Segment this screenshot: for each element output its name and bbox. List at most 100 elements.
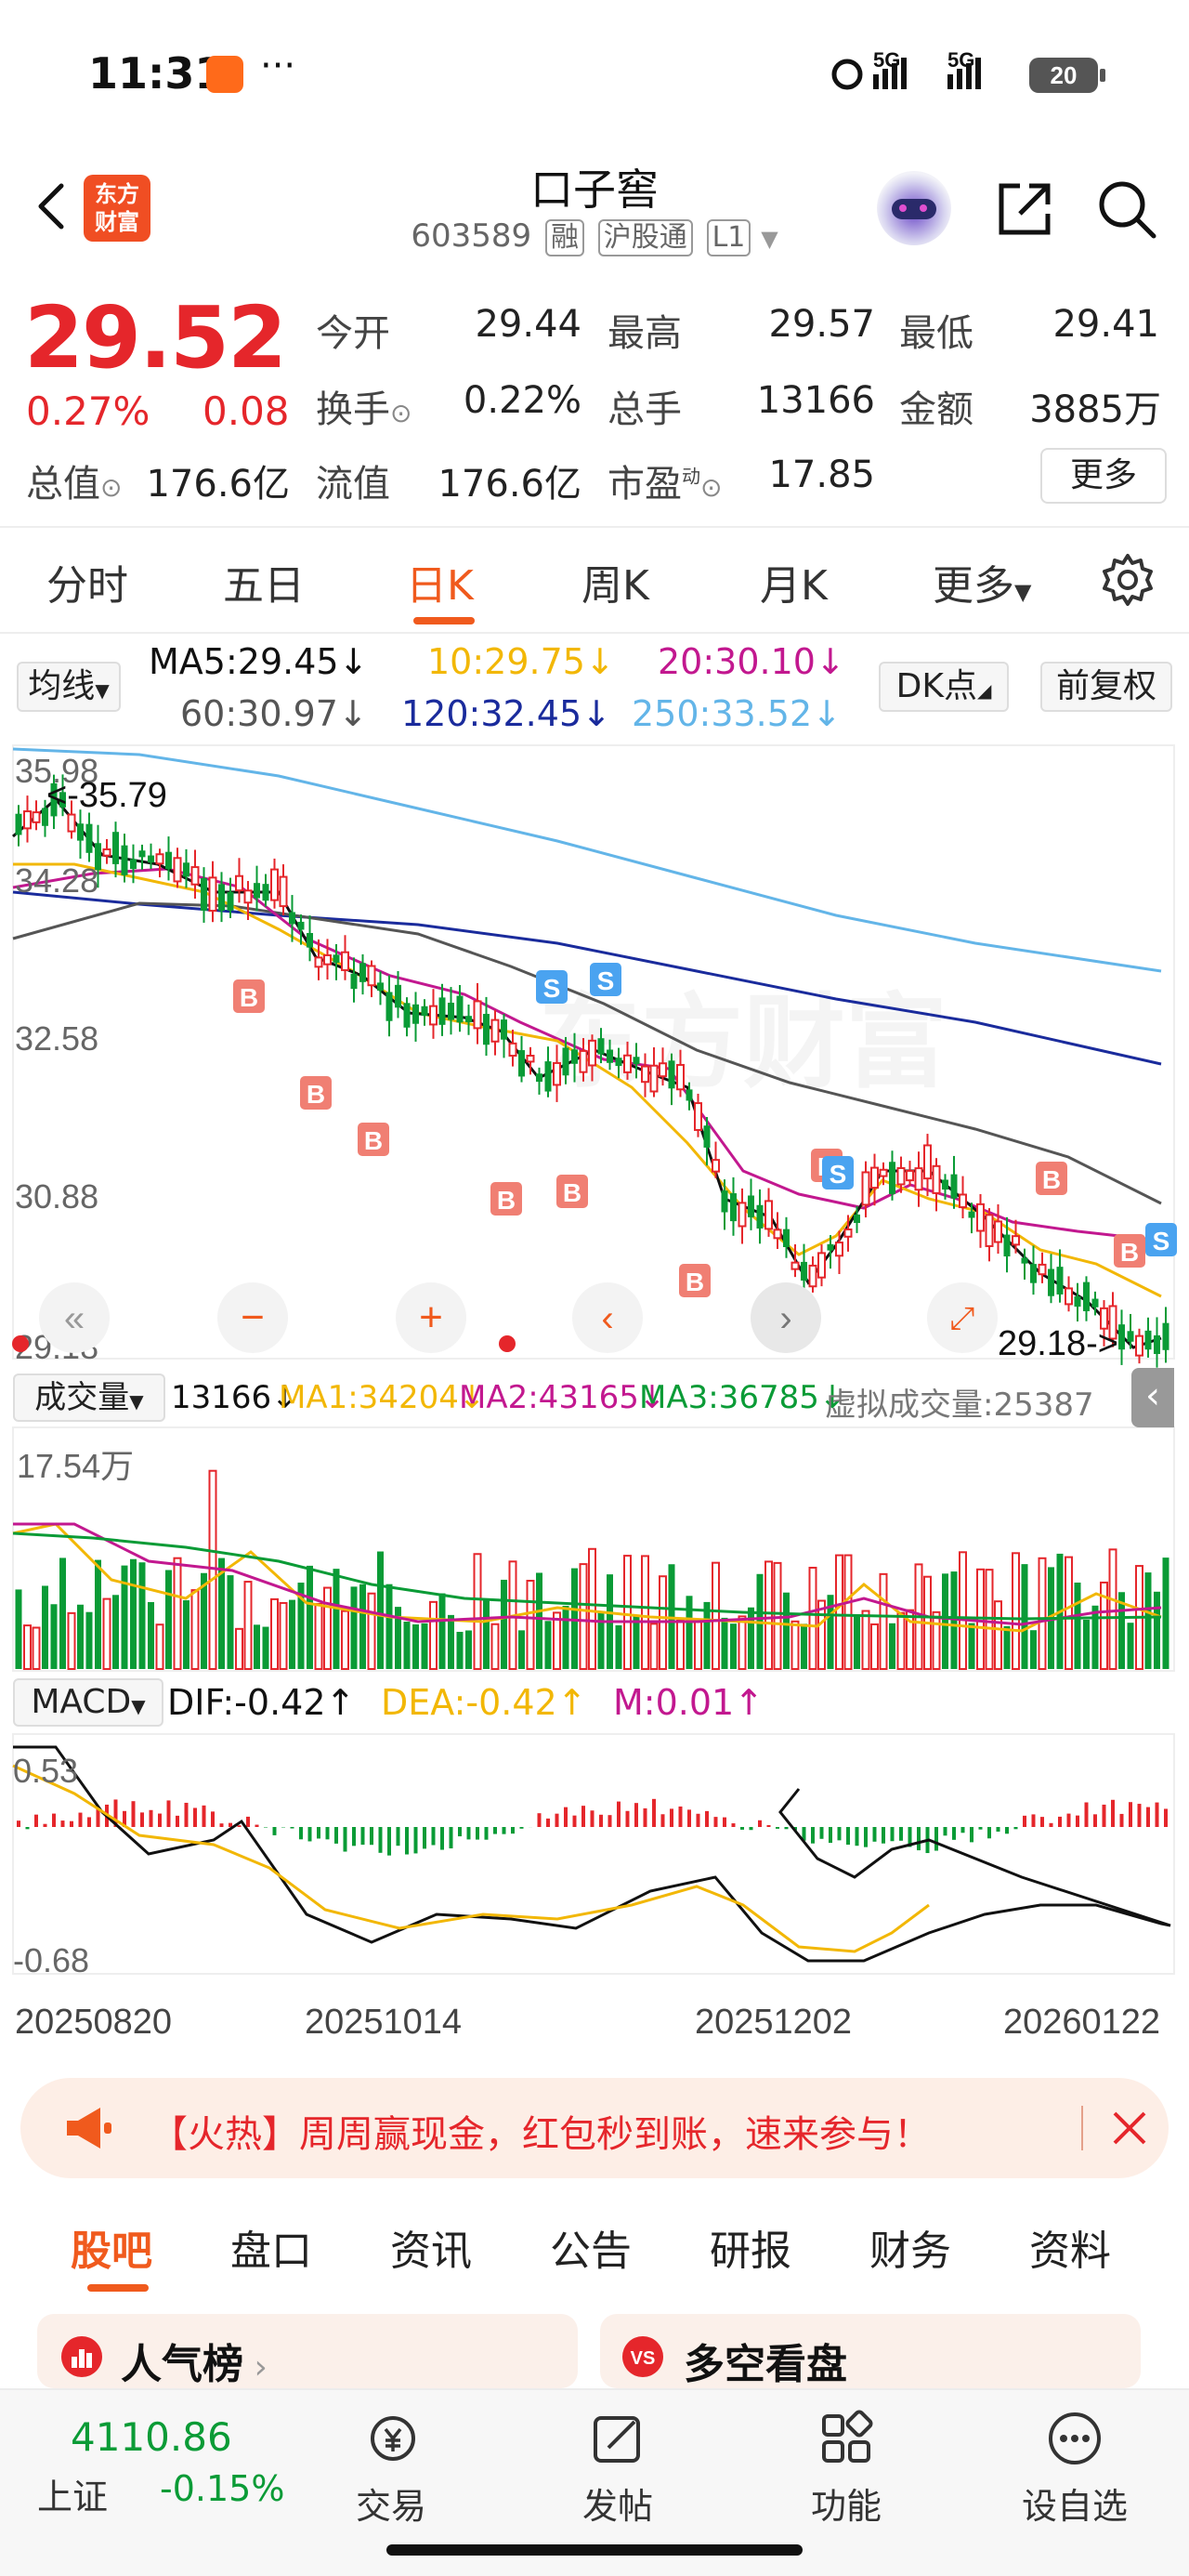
volume-bar — [879, 1572, 888, 1670]
candle-body — [359, 963, 366, 982]
vs-icon: VS — [622, 2336, 663, 2377]
search-icon[interactable] — [1094, 177, 1159, 242]
volume-selector[interactable]: 成交量▼ — [13, 1373, 165, 1422]
margin-tag: 融 — [544, 219, 584, 256]
macd-bar — [17, 1820, 20, 1827]
settings-gear-icon[interactable] — [1100, 552, 1156, 608]
nav-functions[interactable]: 功能 — [786, 2409, 907, 2529]
nav-post[interactable]: 发帖 — [557, 2409, 678, 2529]
macd-bar — [970, 1827, 973, 1843]
tab-intraday[interactable]: 分时 — [46, 552, 128, 611]
volume-bar — [1038, 1557, 1047, 1670]
tab-orderbook[interactable]: 盘口 — [230, 2217, 312, 2277]
mktcap-label: 总值⊙ — [26, 463, 123, 506]
tab-monthly-k[interactable]: 月K — [760, 552, 828, 611]
popularity-card[interactable] — [37, 2314, 578, 2388]
minus-icon[interactable]: − — [241, 1295, 265, 1340]
sh-index-name[interactable]: 上证 — [37, 2468, 108, 2519]
tab-more[interactable]: 更多▼ — [933, 552, 1031, 611]
macd-bar — [413, 1827, 418, 1854]
expand-icon[interactable]: ⤢ — [949, 1301, 974, 1336]
close-icon[interactable] — [1105, 2104, 1154, 2152]
candle-body — [703, 1125, 711, 1148]
tab-research[interactable]: 研报 — [710, 2217, 791, 2277]
chevron-right-icon[interactable]: › — [779, 1298, 791, 1339]
volume-bar — [790, 1620, 800, 1670]
promo-banner[interactable]: 【火热】周周赢现金，红包秒到账，速来参与！ — [20, 2078, 1169, 2178]
volume-bar — [243, 1581, 253, 1671]
macd-bar — [599, 1814, 603, 1827]
candle-body — [1091, 1298, 1099, 1308]
collapse-chevron-icon[interactable]: ‹ — [1131, 1368, 1174, 1427]
candle-body — [976, 1203, 985, 1232]
candle-body — [571, 1049, 578, 1064]
sh-index-change[interactable]: -0.15% — [160, 2468, 284, 2509]
candle-body — [817, 1252, 826, 1279]
macd-bar — [1005, 1827, 1009, 1834]
volume-bar — [579, 1563, 588, 1671]
candle-body — [641, 1065, 649, 1084]
macd-selector[interactable]: MACD▼ — [13, 1678, 163, 1727]
volume-bar — [307, 1565, 313, 1669]
macd-bar — [740, 1827, 744, 1830]
ai-assistant-avatar[interactable] — [877, 171, 951, 245]
kline-chart[interactable]: 东方财富 BBBBSSBBBSBBS 35.98 34.28 32.58 30.… — [0, 641, 1189, 2063]
volume-bar — [501, 1579, 507, 1669]
candle-body — [668, 1060, 675, 1089]
dif-line — [13, 1745, 1171, 1963]
event-dot — [499, 1335, 516, 1352]
macd-bar — [519, 1827, 524, 1829]
macd-dea: DEA:-0.42↑ — [381, 1682, 587, 1723]
tab-daily-k[interactable]: 日K — [406, 552, 474, 611]
candle-body — [633, 1057, 640, 1065]
candle-body — [262, 884, 269, 901]
active-tab-indicator — [413, 617, 475, 624]
macd-bar — [511, 1827, 515, 1834]
candle-body — [588, 1039, 596, 1067]
macd-bar — [87, 1817, 91, 1827]
info-icon[interactable]: ⊙ — [700, 472, 722, 503]
status-bar: 11:31 ··· 5G 5G 20 — [0, 0, 1189, 149]
macd-bar — [396, 1827, 400, 1847]
candle-body — [385, 992, 393, 1021]
macd-bar — [987, 1827, 991, 1839]
nav-trade[interactable]: 交易 — [331, 2409, 451, 2529]
volume-bar — [254, 1624, 260, 1669]
candle-body — [536, 1073, 542, 1083]
x-date-4: 20260122 — [1003, 2003, 1160, 2042]
macd-bar — [572, 1815, 577, 1827]
macd-bar — [696, 1813, 700, 1827]
tab-weekly-k[interactable]: 周K — [581, 552, 649, 611]
more-dots-icon — [1049, 2412, 1101, 2464]
double-chevron-left-icon[interactable]: « — [64, 1298, 85, 1339]
tab-five-day[interactable]: 五日 — [223, 552, 305, 611]
volume-bar — [959, 1551, 967, 1671]
info-icon[interactable]: ⊙ — [390, 398, 412, 428]
bull-bear-card[interactable] — [600, 2314, 1141, 2388]
candle-body — [659, 1062, 667, 1078]
volume-bar — [1021, 1564, 1028, 1669]
macd-bar — [264, 1827, 268, 1828]
banner-separator — [1081, 2106, 1083, 2150]
volume-bar — [359, 1584, 366, 1669]
tab-forum[interactable]: 股吧 — [71, 2217, 152, 2277]
chevron-down-icon[interactable]: ▼ — [761, 226, 777, 252]
candle-body — [490, 1019, 500, 1043]
nav-add-watchlist[interactable]: 设自选 — [1014, 2409, 1135, 2529]
tab-profile[interactable]: 资料 — [1029, 2217, 1111, 2277]
plus-icon[interactable]: + — [419, 1295, 443, 1340]
tab-finance[interactable]: 财务 — [869, 2217, 951, 2277]
info-icon[interactable]: ⊙ — [100, 472, 122, 503]
sh-index-value[interactable]: 4110.86 — [71, 2414, 232, 2460]
chevron-left-icon[interactable]: ‹ — [601, 1298, 613, 1339]
tab-news[interactable]: 资讯 — [390, 2217, 472, 2277]
share-icon[interactable] — [992, 177, 1057, 242]
more-quote-button[interactable]: 更多 — [1040, 448, 1167, 504]
volume-bar — [783, 1592, 790, 1669]
macd-bar — [370, 1827, 373, 1846]
candle-body — [201, 877, 207, 911]
macd-bar — [890, 1827, 895, 1842]
volume-bar — [465, 1630, 472, 1669]
macd-bar — [211, 1811, 215, 1827]
tab-announcements[interactable]: 公告 — [550, 2217, 632, 2277]
